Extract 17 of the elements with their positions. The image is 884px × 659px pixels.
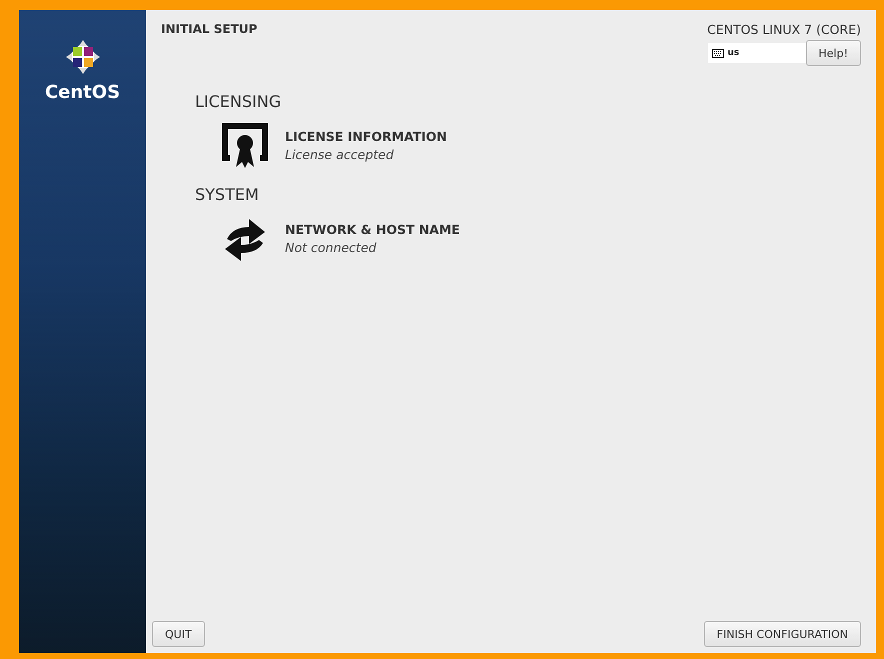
section-heading: SYSTEM — [195, 185, 260, 204]
page-title: INITIAL SETUP — [161, 22, 258, 38]
section-heading: LICENSING — [195, 92, 282, 111]
keyboard-icon — [712, 48, 724, 58]
help-button[interactable]: Help! — [806, 40, 861, 66]
spoke-status: Not connected — [285, 240, 378, 254]
spoke-title[interactable]: LICENSE INFORMATION — [285, 128, 447, 144]
logo-text: CentOS — [44, 82, 120, 103]
spoke-title[interactable]: NETWORK & HOST NAME — [285, 222, 460, 236]
quit-button[interactable]: QUIT — [152, 621, 205, 647]
product-name: CENTOS LINUX 7 (CORE) — [707, 22, 861, 37]
finish-configuration-button[interactable]: FINISH CONFIGURATION — [704, 621, 861, 647]
flower-logo-icon — [64, 38, 102, 76]
spoke-status: License accepted — [285, 146, 395, 162]
certificate-icon — [219, 121, 271, 169]
keyboard-layout-indicator[interactable]: us — [708, 43, 806, 63]
keyboard-layout-label: us — [728, 48, 740, 58]
